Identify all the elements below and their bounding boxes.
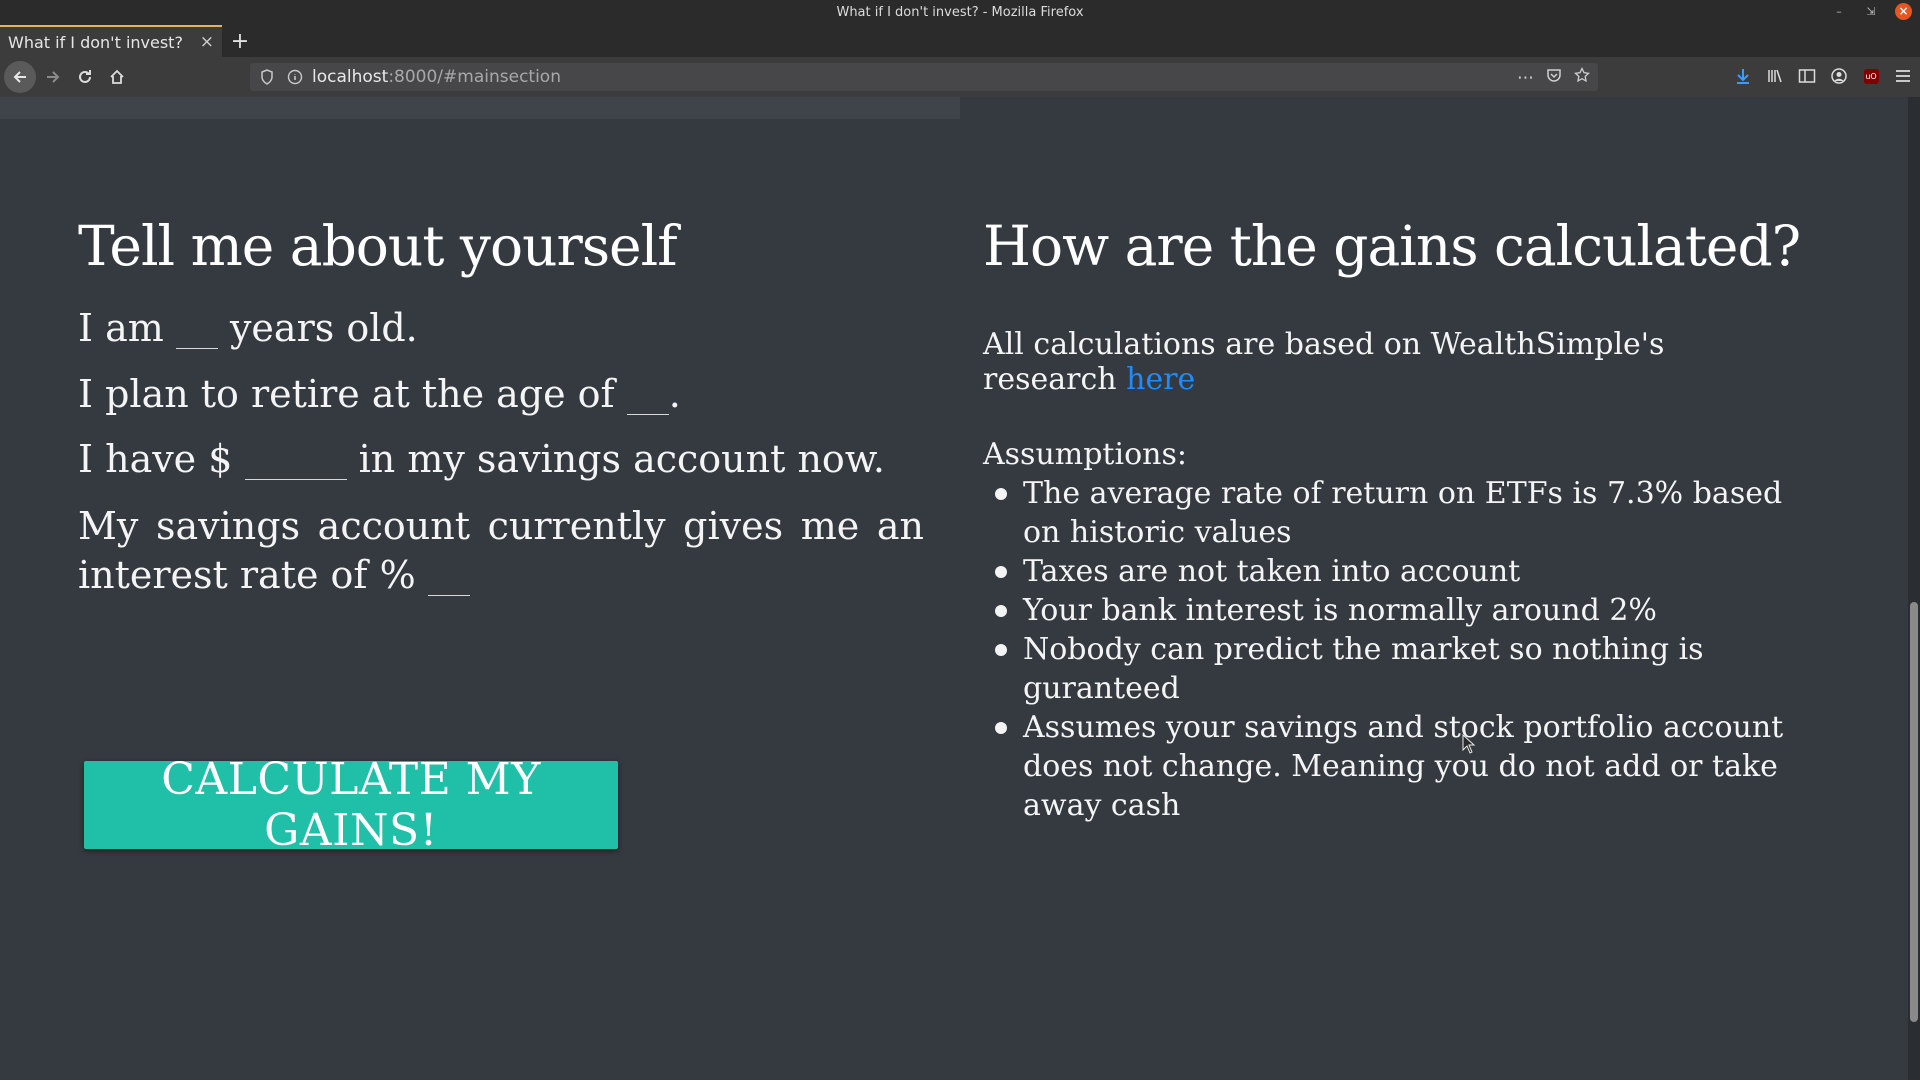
close-icon[interactable]: × — [1895, 3, 1912, 20]
account-icon[interactable] — [1828, 62, 1850, 90]
assumption-text: Your bank interest is normally around 2% — [1023, 593, 1657, 628]
age-label-after: years old. — [229, 306, 418, 350]
bookmark-star-icon[interactable] — [1574, 66, 1590, 88]
back-button[interactable] — [4, 61, 36, 93]
tab-close-icon[interactable]: × — [200, 32, 214, 52]
window-titlebar: What if I don't invest? - Mozilla Firefo… — [0, 0, 1920, 25]
shield-icon[interactable] — [256, 69, 278, 85]
savings-label-before: I have $ — [78, 437, 233, 481]
savings-label-after: in my savings account now. — [358, 437, 885, 481]
page-actions-icon[interactable]: ⋯ — [1517, 68, 1534, 88]
research-label: All calculations are based on WealthSimp… — [983, 327, 1665, 397]
bullet-icon — [995, 488, 1007, 500]
interest-rate-input[interactable] — [427, 561, 470, 596]
pocket-icon[interactable] — [1546, 67, 1562, 88]
download-icon[interactable] — [1732, 62, 1754, 90]
tab-strip: What if I don't invest? × + — [0, 25, 1920, 57]
forward-arrow-icon — [47, 71, 60, 83]
navigation-toolbar: localhost:8000/#mainsection ⋯ uO — [0, 57, 1920, 97]
age-question: I am years old. — [78, 305, 924, 353]
percent-symbol: % — [379, 552, 416, 597]
info-icon[interactable] — [284, 69, 306, 85]
assumption-text: Taxes are not taken into account — [1023, 554, 1521, 589]
navbar-remnant — [0, 97, 960, 119]
interest-label: My savings account currently gives me an… — [78, 503, 924, 597]
savings-question: I have $ in my savings account now. — [78, 436, 924, 484]
research-text: All calculations are based on WealthSimp… — [983, 327, 1803, 397]
forward-button[interactable] — [38, 62, 68, 92]
bullet-icon — [995, 566, 1007, 578]
url-path: :8000/#mainsection — [388, 67, 561, 87]
reload-button[interactable] — [70, 62, 100, 92]
toolbar-right: uO — [1732, 62, 1914, 90]
retire-label-before: I plan to retire at the age of — [78, 371, 615, 416]
mouse-cursor-icon — [1462, 734, 1476, 754]
list-item: The average rate of return on ETFs is 7.… — [983, 474, 1803, 552]
assumption-text: The average rate of return on ETFs is 7.… — [1023, 476, 1783, 550]
back-arrow-icon — [13, 71, 26, 83]
scrollbar[interactable] — [1908, 97, 1920, 1080]
scrollbar-thumb[interactable] — [1910, 602, 1918, 1022]
explanation-section: How are the gains calculated? All calcul… — [983, 213, 1803, 825]
retire-age-input[interactable] — [626, 380, 669, 415]
ublock-icon[interactable]: uO — [1860, 62, 1882, 90]
list-item: Your bank interest is normally around 2% — [983, 591, 1803, 630]
menu-icon[interactable] — [1892, 62, 1914, 90]
retire-question: I plan to retire at the age of . — [78, 371, 924, 419]
new-tab-button[interactable]: + — [222, 25, 258, 57]
age-label-before: I am — [78, 306, 164, 350]
bullet-icon — [995, 722, 1007, 734]
window-title: What if I don't invest? - Mozilla Firefo… — [836, 5, 1084, 20]
retire-label-after: . — [668, 371, 681, 416]
age-input[interactable] — [175, 315, 218, 349]
minimize-icon[interactable]: – — [1831, 5, 1847, 18]
form-section: Tell me about yourself I am years old. I… — [78, 213, 924, 600]
url-actions: ⋯ — [1517, 66, 1590, 88]
home-icon — [110, 69, 124, 84]
reload-icon — [79, 70, 91, 83]
interest-question: My savings account currently gives me an… — [78, 502, 924, 601]
assumptions-list: The average rate of return on ETFs is 7.… — [983, 474, 1803, 825]
tab-title: What if I don't invest? — [8, 32, 183, 52]
bullet-icon — [995, 644, 1007, 656]
form-title: Tell me about yourself — [78, 214, 678, 278]
list-item: Taxes are not taken into account — [983, 552, 1803, 591]
url-text: localhost:8000/#mainsection — [312, 67, 561, 87]
library-icon[interactable] — [1764, 62, 1786, 90]
assumptions-title: Assumptions: — [983, 437, 1187, 472]
research-link[interactable]: here — [1126, 362, 1195, 397]
savings-input[interactable] — [244, 446, 347, 480]
bullet-icon — [995, 605, 1007, 617]
tab-active[interactable]: What if I don't invest? × — [0, 25, 222, 57]
list-item: Nobody can predict the market so nothing… — [983, 630, 1803, 708]
sidebar-icon[interactable] — [1796, 62, 1818, 90]
assumption-text: Assumes your savings and stock portfolio… — [1023, 710, 1784, 823]
url-bar[interactable]: localhost:8000/#mainsection ⋯ — [250, 63, 1598, 91]
home-button[interactable] — [102, 62, 132, 92]
explanation-title: How are the gains calculated? — [983, 214, 1801, 278]
url-host: localhost — [312, 67, 389, 87]
window-controls: – ⇲ × — [1831, 3, 1912, 20]
assumption-text: Nobody can predict the market so nothing… — [1023, 632, 1704, 706]
list-item: Assumes your savings and stock portfolio… — [983, 708, 1803, 825]
calculate-gains-button[interactable]: CALCULATE MY GAINS! — [84, 754, 618, 856]
restore-icon[interactable]: ⇲ — [1863, 5, 1879, 18]
